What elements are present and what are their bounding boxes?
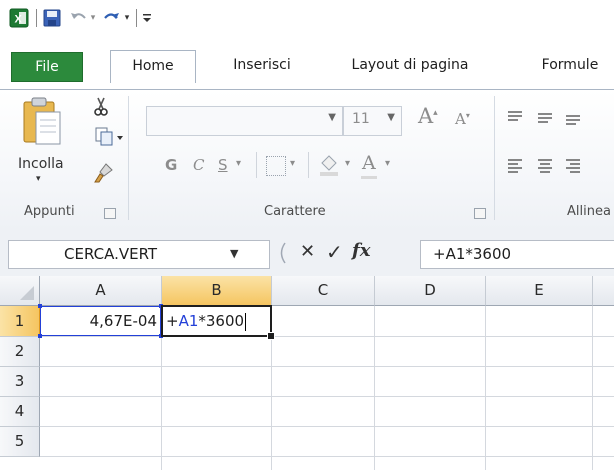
ribbon-tabs: File Home Inserisci Layout di pagina For… <box>0 36 614 89</box>
cut-icon[interactable] <box>90 96 112 118</box>
fill-color-icon[interactable] <box>318 153 340 177</box>
quick-access-toolbar: X ▾ ▾ <box>0 0 614 36</box>
underline-button[interactable]: S <box>218 156 228 174</box>
bold-button[interactable]: G <box>165 156 177 174</box>
splitter-handle-icon[interactable] <box>276 241 288 265</box>
tab-layout-di-pagina[interactable]: Layout di pagina <box>330 50 490 80</box>
row-header-3[interactable]: 3 <box>0 367 40 397</box>
ref-corner-handle <box>38 334 42 338</box>
svg-text:X: X <box>15 14 23 26</box>
row-header-1[interactable]: 1 <box>0 306 41 337</box>
vertical-align-buttons[interactable] <box>506 108 606 128</box>
name-box-dropdown-icon[interactable]: ▼ <box>230 247 238 260</box>
enter-formula-button[interactable]: ✓ <box>326 240 343 264</box>
font-size-dropdown-icon[interactable]: ▼ <box>387 112 395 123</box>
borders-icon[interactable] <box>266 156 286 176</box>
worksheet-grid[interactable]: A B C D E 1 2 3 4 5 4,67E-04 +A1*3600 <box>0 276 614 470</box>
row-header-5[interactable]: 5 <box>0 427 40 457</box>
font-launcher-icon[interactable] <box>474 208 486 219</box>
b1-cell-reference: A1 <box>178 312 199 330</box>
fill-handle[interactable] <box>267 332 275 340</box>
undo-dropdown-icon[interactable]: ▾ <box>88 8 98 28</box>
cell-b1-editing[interactable]: +A1*3600 <box>161 305 272 337</box>
paste-icon[interactable] <box>20 96 64 148</box>
font-group-label: Carattere <box>264 204 326 219</box>
cell-a1[interactable]: 4,67E-04 <box>40 306 161 336</box>
alignment-group-label: Allinea <box>567 204 611 219</box>
borders-dropdown-icon[interactable]: ▾ <box>290 158 295 169</box>
name-box-value: CERCA.VERT <box>64 245 158 263</box>
formula-content: +A1*3600 <box>433 245 512 263</box>
b1-prefix: + <box>166 312 179 330</box>
column-header-a[interactable]: A <box>40 276 162 306</box>
horizontal-align-buttons[interactable] <box>506 156 614 176</box>
clipboard-group-label: Appunti <box>24 204 75 219</box>
paste-label[interactable]: Incolla <box>18 156 64 172</box>
copy-icon[interactable] <box>94 126 124 148</box>
undo-icon[interactable] <box>68 8 90 28</box>
save-icon[interactable] <box>42 8 62 28</box>
column-header-f[interactable] <box>593 276 614 306</box>
column-header-c[interactable]: C <box>272 276 375 306</box>
font-size-field[interactable]: 11 ▼ <box>343 106 402 136</box>
ribbon: Incolla ▾ Appunti ▼ 11 ▼ A▴ A▾ G C S ▾ ▾… <box>0 89 614 231</box>
customize-qat-icon[interactable] <box>140 8 154 28</box>
redo-dropdown-icon[interactable]: ▾ <box>122 8 132 28</box>
tab-formule[interactable]: Formule <box>526 50 614 80</box>
tab-inserisci[interactable]: Inserisci <box>216 50 308 80</box>
clipboard-launcher-icon[interactable] <box>104 208 116 219</box>
font-color-dropdown-icon[interactable]: ▾ <box>385 158 390 169</box>
row-header-4[interactable]: 4 <box>0 397 40 427</box>
formula-input[interactable]: +A1*3600 <box>420 240 614 269</box>
select-all-button[interactable] <box>0 276 40 306</box>
redo-icon[interactable] <box>100 8 122 28</box>
row-header-2[interactable]: 2 <box>0 337 40 367</box>
name-box[interactable]: CERCA.VERT ▼ <box>8 240 270 269</box>
column-header-b[interactable]: B <box>162 276 272 307</box>
grow-font-icon[interactable]: A▴ <box>418 104 438 128</box>
italic-button[interactable]: C <box>193 156 204 174</box>
font-size-value: 11 <box>352 111 370 127</box>
tab-home[interactable]: Home <box>110 50 196 83</box>
formula-bar: CERCA.VERT ▼ ✕ ✓ fx +A1*3600 <box>0 229 614 276</box>
paste-dropdown-icon[interactable]: ▾ <box>36 174 41 184</box>
insert-function-button[interactable]: fx <box>352 240 370 261</box>
format-painter-icon[interactable] <box>92 162 116 184</box>
column-header-e[interactable]: E <box>486 276 593 306</box>
shrink-font-icon[interactable]: A▾ <box>455 110 470 128</box>
cancel-formula-button[interactable]: ✕ <box>300 241 315 262</box>
tab-file[interactable]: File <box>11 52 83 82</box>
b1-suffix: *3600 <box>198 312 245 330</box>
font-color-icon[interactable]: A <box>362 152 376 174</box>
excel-logo-icon[interactable]: X <box>8 8 30 28</box>
text-cursor <box>245 312 247 331</box>
underline-dropdown-icon[interactable]: ▾ <box>236 158 241 169</box>
fill-color-dropdown-icon[interactable]: ▾ <box>345 158 350 169</box>
ref-corner-handle <box>38 304 42 308</box>
column-header-d[interactable]: D <box>375 276 486 306</box>
font-name-field[interactable]: ▼ <box>146 106 343 136</box>
font-name-dropdown-icon[interactable]: ▼ <box>328 112 336 123</box>
